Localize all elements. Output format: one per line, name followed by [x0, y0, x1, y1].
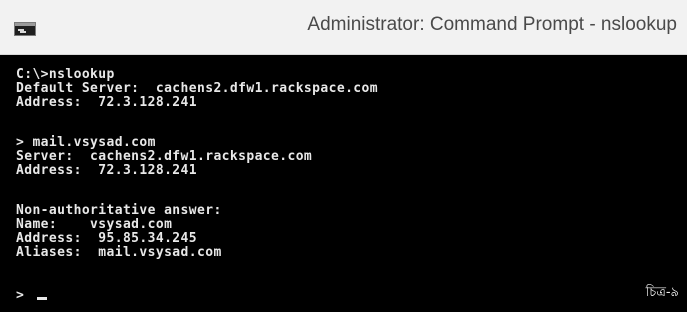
console-line-default-address: Address: 72.3.128.241 — [16, 95, 197, 110]
text-cursor-icon — [37, 297, 47, 300]
console-line-non-authoritative: Non-authoritative answer: — [16, 203, 222, 218]
console-line-name: Name: vsysad.com — [16, 217, 173, 232]
console-line-aliases: Aliases: mail.vsysad.com — [16, 245, 222, 260]
console-line-default-server: Default Server: cachens2.dfw1.rackspace.… — [16, 81, 378, 96]
command-prompt-icon[interactable] — [14, 22, 36, 36]
console-line-query: > mail.vsysad.com — [16, 135, 156, 150]
console-line-address: Address: 95.85.34.245 — [16, 231, 197, 246]
console-line-command: C:\>nslookup — [16, 67, 115, 82]
window-titlebar[interactable]: Administrator: Command Prompt - nslookup — [0, 0, 687, 55]
window-title: Administrator: Command Prompt - nslookup — [307, 14, 677, 35]
console-output[interactable]: C:\>nslookup Default Server: cachens2.df… — [0, 64, 687, 312]
console-line-server: Server: cachens2.dfw1.rackspace.com — [16, 149, 313, 164]
console-prompt[interactable]: > — [16, 289, 24, 303]
command-prompt-window: Administrator: Command Prompt - nslookup… — [0, 0, 687, 312]
figure-caption: চিত্র-৯ — [645, 285, 679, 300]
console-line-server-address: Address: 72.3.128.241 — [16, 163, 197, 178]
